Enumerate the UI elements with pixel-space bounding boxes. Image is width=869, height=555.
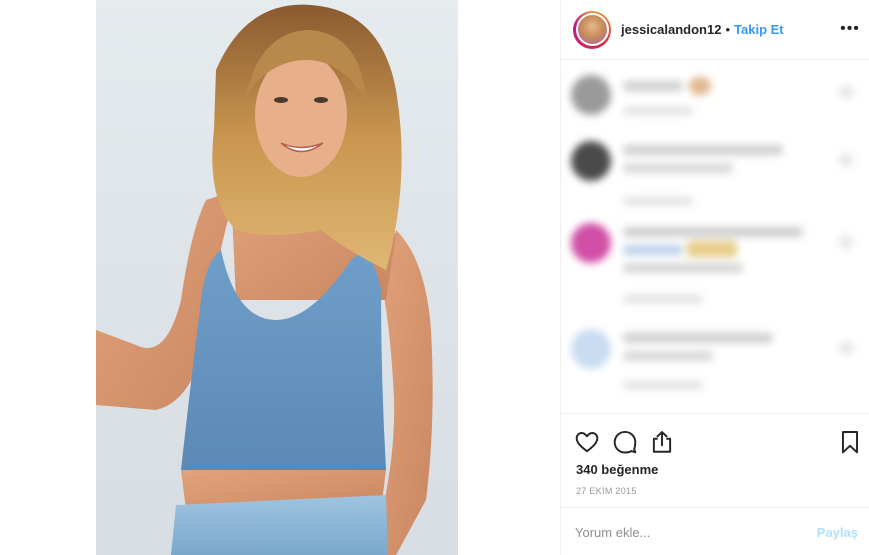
photo-pane — [0, 0, 560, 555]
comment-avatar — [571, 141, 611, 181]
post-side-panel: jessicalandon12 • Takip Et ••• 340 beğen… — [560, 0, 869, 555]
more-horizontal-icon[interactable]: ••• — [840, 20, 860, 38]
username-link[interactable]: jessicalandon12 — [621, 22, 721, 37]
comments-list[interactable] — [561, 61, 869, 413]
comment-text-placeholder — [623, 245, 683, 255]
comment-like-icon — [839, 341, 853, 355]
comment-avatar — [571, 223, 611, 263]
instagram-post-view: jessicalandon12 • Takip Et ••• 340 beğen… — [0, 0, 869, 555]
separator-dot: • — [725, 22, 731, 37]
post-date[interactable]: 27 EKİM 2015 — [576, 486, 637, 496]
comment-meta-placeholder — [623, 295, 703, 303]
avatar-image — [575, 13, 609, 46]
comment-text-placeholder — [623, 81, 683, 91]
post-header: jessicalandon12 • Takip Et ••• — [561, 0, 869, 60]
comment-icon[interactable] — [612, 429, 638, 455]
profile-avatar[interactable] — [573, 10, 611, 49]
photo-illustration — [96, 4, 433, 555]
comment-text-placeholder — [623, 227, 803, 237]
post-photo[interactable] — [96, 0, 458, 555]
comment-meta-placeholder — [623, 107, 693, 115]
bookmark-icon[interactable] — [837, 429, 863, 455]
comment-text-placeholder — [623, 263, 743, 273]
post-actions: 340 beğenme 27 EKİM 2015 — [561, 413, 869, 507]
comment-avatar — [571, 75, 611, 115]
comment-text-placeholder — [623, 351, 713, 361]
post-comment-button[interactable]: Paylaş — [817, 525, 858, 540]
heart-icon[interactable] — [574, 429, 600, 455]
comment-text-placeholder — [623, 333, 773, 343]
more-glyph: ••• — [840, 20, 860, 37]
comment-emoji-placeholder — [687, 241, 737, 257]
comment-avatar — [571, 329, 611, 369]
comment-like-icon — [839, 85, 853, 99]
add-comment-section: Paylaş — [561, 507, 869, 555]
comment-like-icon — [839, 153, 853, 167]
comment-meta-placeholder — [623, 381, 703, 389]
comment-text-placeholder — [623, 163, 733, 173]
comment-input[interactable] — [575, 522, 805, 542]
share-icon[interactable] — [649, 429, 675, 455]
comment-text-placeholder — [623, 145, 783, 155]
comment-like-icon — [839, 235, 853, 249]
likes-count[interactable]: 340 beğenme — [576, 462, 658, 477]
comment-meta-placeholder — [623, 197, 693, 205]
comment-emoji-placeholder — [689, 77, 711, 95]
follow-button[interactable]: Takip Et — [734, 22, 784, 37]
